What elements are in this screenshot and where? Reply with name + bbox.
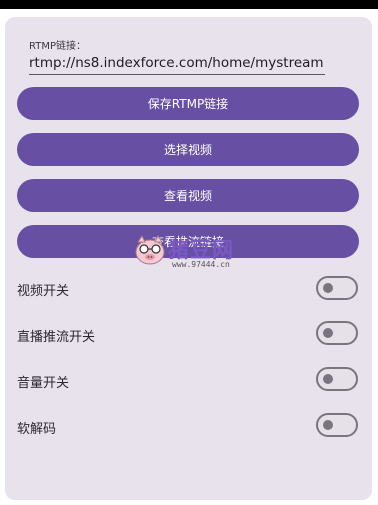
live-push-toggle-label: 直播推流开关 <box>17 330 96 345</box>
soft-decode-toggle[interactable] <box>316 413 358 437</box>
toggle-thumb <box>323 374 333 384</box>
live-push-toggle[interactable] <box>316 321 358 345</box>
volume-toggle[interactable] <box>316 367 358 391</box>
view-video-button[interactable]: 查看视频 <box>17 179 359 212</box>
video-toggle-label: 视频开关 <box>17 284 70 299</box>
select-video-button[interactable]: 选择视频 <box>17 133 359 166</box>
view-stream-link-button[interactable]: 查看推流链接 <box>17 225 359 258</box>
rtmp-url-input[interactable] <box>29 51 325 75</box>
volume-toggle-label: 音量开关 <box>17 376 70 391</box>
toggle-thumb <box>323 328 333 338</box>
video-toggle[interactable] <box>316 276 358 300</box>
toggle-thumb <box>323 283 333 293</box>
save-rtmp-button[interactable]: 保存RTMP链接 <box>17 87 359 120</box>
soft-decode-toggle-label: 软解码 <box>17 422 57 437</box>
toggle-thumb <box>323 420 333 430</box>
status-bar <box>0 0 378 9</box>
rtmp-label: RTMP链接： <box>29 41 86 52</box>
